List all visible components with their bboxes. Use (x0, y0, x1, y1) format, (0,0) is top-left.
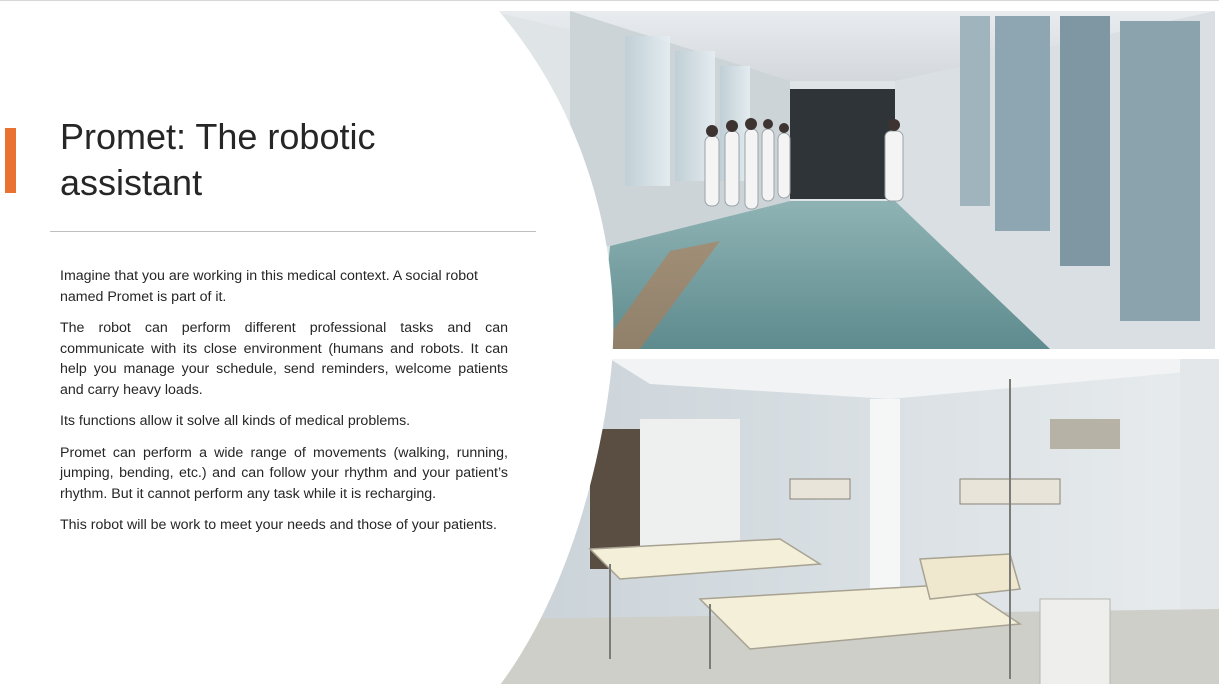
paragraph-tasks: The robot can perform different professi… (60, 320, 508, 398)
paragraph-functions: Its functions allow it solve all kinds o… (60, 413, 411, 429)
title-divider-line (50, 231, 536, 232)
hospital-corridor-photo (490, 11, 1215, 349)
paragraph-movements: Promet can perform a wide range of movem… (60, 444, 508, 502)
photo-divider (490, 349, 1219, 359)
paragraph-intro: Imagine that you are working in this med… (60, 268, 478, 305)
slide-title: Promet: The robotic assistant (60, 116, 376, 203)
slide: Promet: The robotic assistant Imagine th… (0, 0, 1219, 684)
paragraph-needs: This robot will be work to meet your nee… (60, 517, 497, 533)
title-accent-bar (5, 128, 16, 193)
slide-body-text: Imagine that you are working in this med… (60, 266, 508, 547)
hospital-ward-photo (490, 359, 1219, 684)
